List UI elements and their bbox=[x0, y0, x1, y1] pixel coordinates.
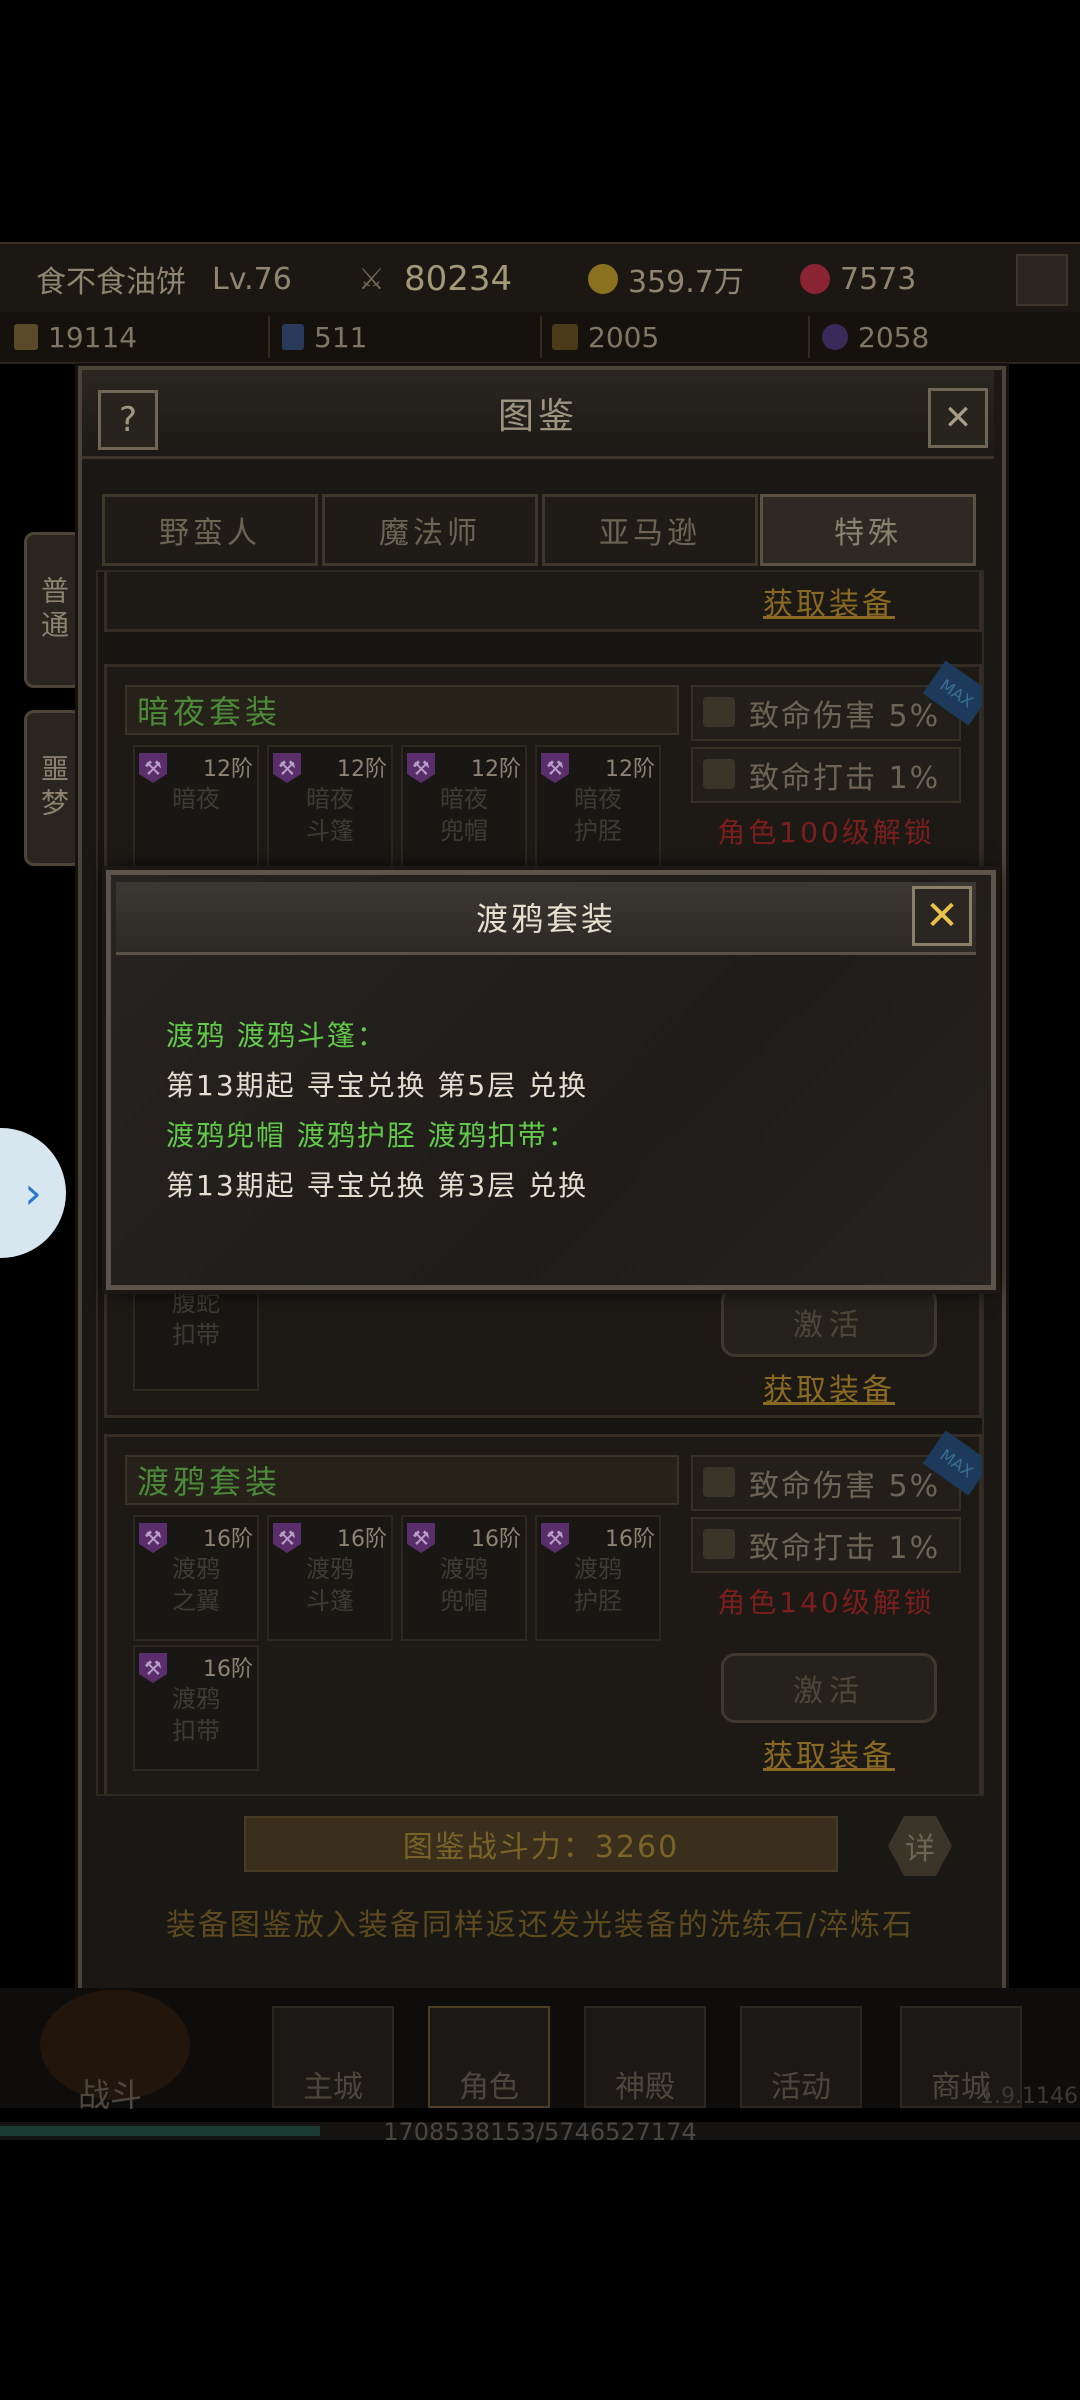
dialog-line: 渡鸦兜帽 渡鸦护胫 渡鸦扣带： bbox=[166, 1119, 578, 1152]
dialog-title: 渡鸦套装 bbox=[116, 882, 976, 955]
dialog-line: 第13期起 寻宝兑换 第5层 兑换 bbox=[166, 1069, 589, 1102]
dialog-line: 渡鸦 渡鸦斗篷： bbox=[166, 1019, 387, 1052]
dialog-line: 第13期起 寻宝兑换 第3层 兑换 bbox=[166, 1169, 589, 1202]
dialog-close-button[interactable]: ✕ bbox=[912, 886, 972, 946]
